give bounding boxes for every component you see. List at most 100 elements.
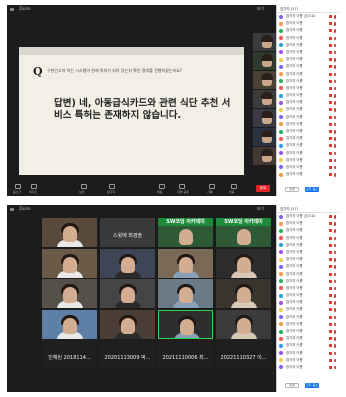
participant-row[interactable]: 참가자 이름 — [277, 78, 339, 85]
participant-row[interactable]: 참가자 이름 — [277, 306, 339, 313]
participant-row[interactable]: 참가자 이름 — [277, 256, 339, 263]
participant-row[interactable]: 참가자 이름 — [277, 242, 339, 249]
mute-icon[interactable] — [15, 184, 21, 189]
camera-off-icon — [328, 22, 332, 26]
participant-row[interactable]: 참가자 이름 — [277, 128, 339, 135]
participant-row[interactable]: 참가자 이름 — [277, 335, 339, 342]
participant-row[interactable]: 참가자 이름 — [277, 249, 339, 256]
participant-name: 참가자 이름 — [286, 150, 303, 155]
share-screen-icon[interactable] — [179, 184, 185, 189]
participant-row[interactable]: 참가자 이름 — [277, 278, 339, 285]
invite-button[interactable]: 초대 — [285, 187, 299, 192]
participant-row[interactable]: 참가자 이름 — [277, 150, 339, 157]
participant-row[interactable]: 참가자 이름 — [277, 135, 339, 142]
video-tile[interactable] — [158, 309, 213, 339]
participant-row[interactable]: 참가자 이름 — [277, 42, 339, 49]
video-tile[interactable]: 스윗에 최겸솔 — [100, 218, 155, 247]
participant-row[interactable]: 참가자 이름 — [277, 271, 339, 278]
security-icon[interactable] — [81, 184, 87, 189]
reactions-button[interactable]: 반응 — [229, 190, 235, 194]
video-tile[interactable] — [158, 248, 213, 278]
mic-muted-icon — [334, 243, 336, 248]
video-tile[interactable] — [42, 248, 97, 278]
end-meeting-button[interactable]: 종료 — [256, 185, 270, 192]
video-tile[interactable] — [216, 279, 271, 308]
participant-row[interactable]: 참가자 이름 — [277, 220, 339, 227]
video-tile[interactable]: 20221110327 이... — [216, 340, 271, 369]
participant-row[interactable]: 참가자 이름 — [277, 35, 339, 42]
chat-icon[interactable] — [159, 184, 165, 189]
video-tile[interactable] — [42, 218, 97, 247]
participant-row[interactable]: 참가자 이름 — [277, 321, 339, 328]
video-button[interactable]: 비디오 — [29, 190, 37, 194]
view-menu[interactable]: 보기 — [257, 206, 264, 212]
mute-all-button[interactable]: 모두 음소거 — [305, 187, 319, 196]
video-tile[interactable]: 민혜린 2018114... — [42, 340, 97, 369]
participant-row[interactable]: 참가자 이름 — [277, 106, 339, 113]
participant-row[interactable]: 참가자 이름 — [277, 285, 339, 292]
reactions-icon[interactable] — [231, 184, 237, 189]
participant-row[interactable]: 참가자 이름 — [277, 92, 339, 99]
invite-button[interactable]: 초대 — [285, 383, 299, 388]
chat-button[interactable]: 채팅 — [157, 190, 163, 194]
video-tile[interactable] — [42, 279, 97, 308]
person — [121, 317, 135, 334]
participant-row[interactable]: 참가자 이름 — [277, 27, 339, 34]
participant-row[interactable]: 참가자 이름 — [277, 350, 339, 357]
participant-row[interactable]: 참가자 이름 — [277, 263, 339, 270]
participant-row[interactable]: 참가자 이름 — [277, 121, 339, 128]
participant-row[interactable]: 참가자 이름 — [277, 314, 339, 321]
mute-button[interactable]: 음소거 — [13, 190, 21, 194]
avatar — [279, 329, 283, 334]
video-tile[interactable] — [216, 309, 271, 339]
video-tile[interactable]: SW코딩 아카데미 — [158, 218, 213, 247]
participant-row[interactable]: 참가자 이름 — [277, 63, 339, 70]
video-tile[interactable] — [100, 309, 155, 339]
mic-muted-icon — [334, 322, 336, 327]
view-menu[interactable]: 보기 — [257, 6, 264, 12]
participant-row[interactable]: 참가자 이름 — [277, 99, 339, 106]
mute-all-button[interactable]: 모두 음소거 — [305, 383, 319, 392]
participants-icon[interactable] — [109, 184, 115, 189]
participant-row[interactable]: 참가자 이름 — [277, 235, 339, 242]
participant-name: 참가자 이름 — [286, 249, 303, 254]
participant-name: 참가자 이름 — [286, 172, 303, 177]
participant-row[interactable]: 참가자 이름 — [277, 342, 339, 349]
avatar — [279, 336, 283, 341]
participant-row[interactable]: 참가자 이름 — [277, 299, 339, 306]
participant-row[interactable]: 참가자 이름 — [277, 227, 339, 234]
video-tile[interactable]: 20211110006 최... — [158, 340, 213, 369]
record-icon[interactable] — [209, 184, 215, 189]
participant-row[interactable]: 참가자 이름 — [277, 20, 339, 27]
video-tile[interactable] — [42, 309, 97, 339]
share-screen-button[interactable]: 화면 공유 — [177, 190, 189, 194]
participant-row[interactable]: 참가자 이름 — [277, 49, 339, 56]
participant-row[interactable]: 참가자 이름 — [277, 114, 339, 121]
video-tile[interactable] — [216, 248, 271, 278]
participant-row[interactable]: 참가자 이름 — [277, 85, 339, 92]
participants-button[interactable]: 참가자 — [107, 190, 115, 194]
security-button[interactable]: 보안 — [79, 190, 85, 194]
participant-row[interactable]: 참가자 이름 — [277, 56, 339, 63]
participant-row[interactable]: 참가자 이름 — [277, 171, 339, 178]
video-tile[interactable] — [100, 248, 155, 278]
participant-row[interactable]: 참가자 이름 — [277, 292, 339, 299]
participant-row[interactable]: 참가자 이름 — [277, 328, 339, 335]
avatar — [279, 293, 283, 298]
participant-row[interactable]: 참가자 이름 — [277, 142, 339, 149]
participant-name: 20201113009 박... — [104, 355, 151, 361]
participant-row[interactable]: 참가자 이름 — [277, 164, 339, 171]
video-tile[interactable]: 20201113009 박... — [100, 340, 155, 369]
participant-row[interactable]: 참가자 이름 — [277, 71, 339, 78]
participant-row[interactable]: 참가자 이름 — [277, 157, 339, 164]
video-icon[interactable] — [31, 184, 37, 189]
video-tile[interactable] — [158, 279, 213, 308]
video-tile[interactable] — [100, 279, 155, 308]
participant-row[interactable]: 참가자 이름 (호스트) — [277, 213, 339, 220]
record-button[interactable]: 기록 — [207, 190, 213, 194]
participant-row[interactable]: 참가자 이름 (호스트) — [277, 13, 339, 20]
participant-row[interactable]: 참가자 이름 — [277, 357, 339, 364]
participant-row[interactable]: 참가자 이름 — [277, 364, 339, 371]
camera-off-icon — [328, 315, 332, 319]
video-tile[interactable]: SW코딩 아카데미 — [216, 218, 271, 247]
